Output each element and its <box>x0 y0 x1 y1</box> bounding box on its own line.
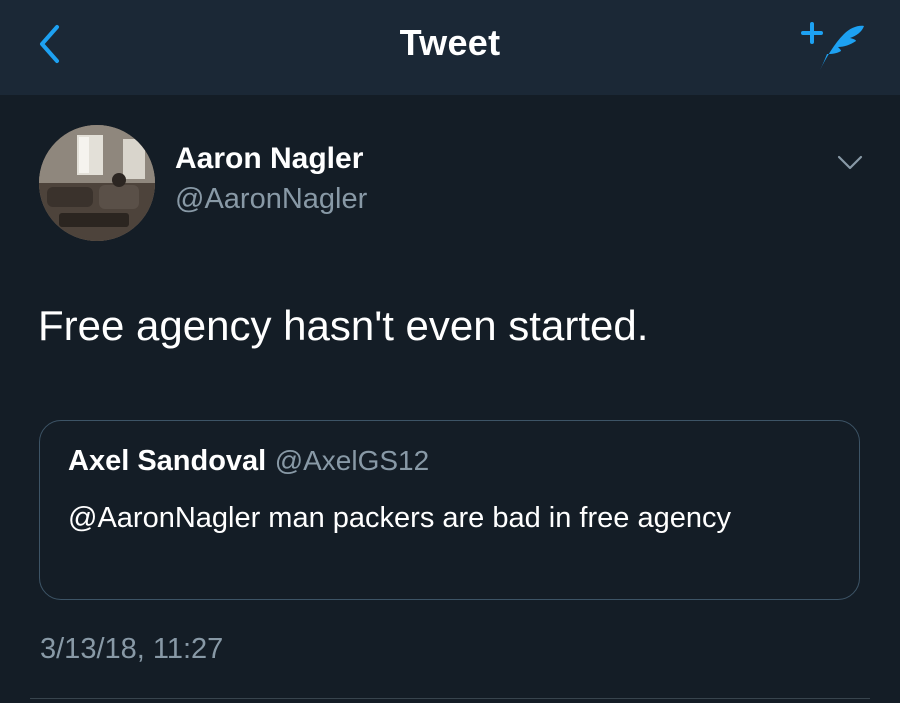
divider <box>30 698 870 699</box>
tweet-timestamp: 3/13/18, 11:27 <box>40 633 224 665</box>
author-handle[interactable]: @AaronNagler <box>175 183 367 216</box>
avatar-photo <box>39 125 155 241</box>
compose-tweet-icon <box>801 22 864 70</box>
quoted-tweet-card[interactable]: Axel Sandoval @AxelGS12 @AaronNagler man… <box>39 420 860 600</box>
compose-tweet-button[interactable] <box>800 20 870 76</box>
quoted-author-handle: @AxelGS12 <box>274 445 430 476</box>
author-name[interactable]: Aaron Nagler <box>175 142 363 176</box>
quoted-tweet-header: Axel Sandoval @AxelGS12 <box>68 445 429 478</box>
tweet-text: Free agency hasn't even started. <box>38 302 649 349</box>
page-title: Tweet <box>399 22 501 63</box>
quoted-author-name: Axel Sandoval <box>68 445 267 477</box>
chevron-down-icon <box>837 155 863 170</box>
top-navigation-bar: Tweet <box>0 0 900 95</box>
tweet-menu-button[interactable] <box>835 150 865 174</box>
avatar[interactable] <box>39 125 155 241</box>
quoted-tweet-text: @AaronNagler man packers are bad in free… <box>68 502 731 534</box>
